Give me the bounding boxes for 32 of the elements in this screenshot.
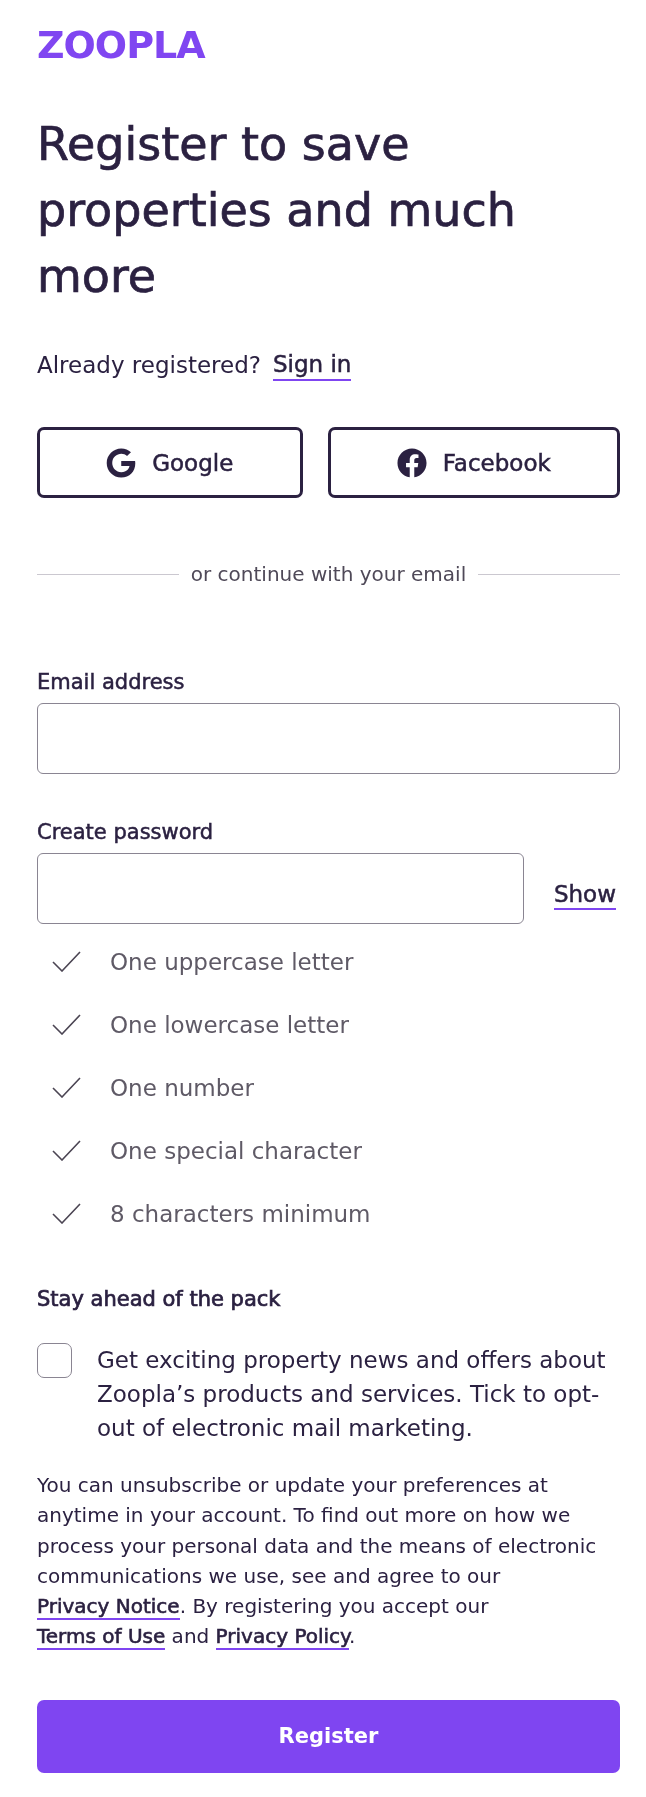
legal-link[interactable]: Terms of Use	[37, 1624, 166, 1651]
password-rule: One lowercase letter	[110, 1011, 349, 1038]
divider-text: or continue with your email	[190, 562, 467, 586]
page-heading: Register to save properties and much more	[37, 116, 517, 305]
show-password-link[interactable]: Show	[553, 879, 616, 910]
register-button[interactable]: Register	[37, 1699, 620, 1773]
facebook-icon	[396, 447, 427, 478]
check-icon	[52, 1203, 81, 1224]
password-rule: One special character	[110, 1137, 362, 1164]
legal-paragraph: You can unsubscribe or update your preferences at anytime in your account. To find out more on how we process your personal data and the means of electronic communications we use, see and agree to our Privacy Notice. By registering you accept our Terms of Use and Privacy Policy.	[37, 1472, 598, 1652]
check-icon	[52, 1140, 81, 1161]
field-label: Create password	[37, 819, 215, 846]
password-field[interactable]	[37, 853, 524, 924]
check-icon	[52, 1077, 81, 1098]
email-field[interactable]	[37, 703, 620, 774]
logo[interactable]: ZOOPLA	[37, 28, 205, 62]
sign-in-link[interactable]: Sign in	[273, 349, 352, 381]
password-rule: 8 characters minimum	[110, 1200, 371, 1227]
google-icon	[106, 447, 137, 478]
sign-in-prompt: Already registered?	[37, 351, 261, 380]
legal-link[interactable]: Privacy Policy	[215, 1624, 350, 1651]
check-icon	[52, 1014, 81, 1035]
legal-link[interactable]: Privacy Notice	[37, 1594, 180, 1621]
check-icon	[52, 951, 81, 972]
field-label: Email address	[37, 669, 186, 696]
section-title: Stay ahead of the pack	[37, 1286, 282, 1313]
social-login-button[interactable]: Facebook	[327, 427, 620, 498]
password-rule: One uppercase letter	[110, 948, 354, 975]
checkbox[interactable]	[37, 1343, 72, 1378]
password-rule: One number	[110, 1074, 254, 1101]
consent-text: Get exciting property news and offers about Zoopla’s products and services. Tick to opt-out of electronic mail marketing.	[97, 1346, 607, 1443]
social-login-button[interactable]: Google	[37, 427, 303, 498]
